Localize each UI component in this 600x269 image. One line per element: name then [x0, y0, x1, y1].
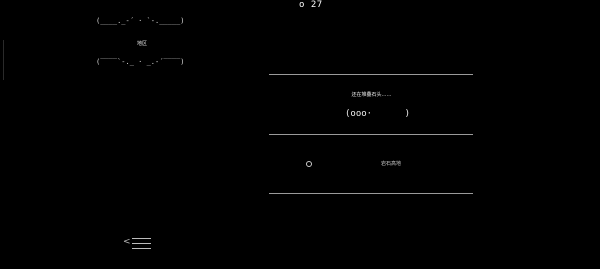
status-message: 还在堆叠石头……	[351, 92, 392, 98]
resource-counter: o 27	[299, 0, 323, 10]
status-progress: (ooo· )	[345, 109, 411, 119]
chevron-left-icon: <	[123, 237, 131, 247]
map-frame-bottom: (‾‾‾‾`-._ · _.-´‾‾‾‾)	[96, 58, 185, 66]
hamburger-menu-icon	[132, 238, 151, 249]
divider-top	[269, 74, 473, 75]
circle-outline-icon	[306, 161, 312, 167]
side-edge-handle	[0, 40, 4, 80]
divider-middle	[269, 134, 473, 135]
map-frame-top: (____._-´ · `-._____)	[96, 17, 185, 25]
list-item[interactable]: 岩石高地	[381, 160, 401, 167]
region-map-panel[interactable]: (____._-´ · `-._____) 地区 (‾‾‾‾`-._ · _.-…	[96, 14, 188, 76]
map-region-title: 地区	[136, 41, 147, 47]
divider-bottom	[269, 193, 473, 194]
menu-button[interactable]: <	[123, 236, 153, 251]
